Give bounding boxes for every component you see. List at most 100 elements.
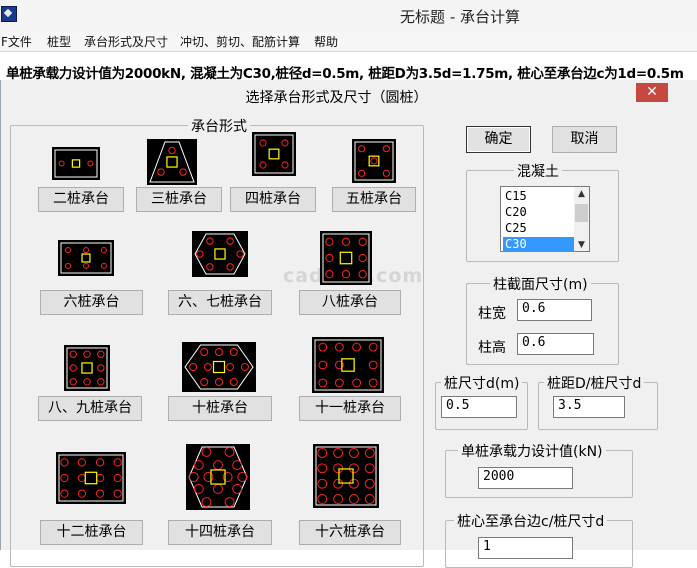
cap-6-pile-thumb[interactable] xyxy=(58,240,114,276)
column-square xyxy=(214,248,226,260)
cap-11-pile-thumb[interactable] xyxy=(312,337,384,393)
pile-circle xyxy=(368,342,378,352)
pile-circle xyxy=(226,237,234,245)
pile-circle xyxy=(333,494,344,505)
menu-calc[interactable]: 冲切、剪切、配筋计算 xyxy=(180,33,300,50)
pile-circle xyxy=(364,463,375,474)
pile-circle xyxy=(232,483,243,494)
pile-circle xyxy=(259,139,267,147)
pile-circle xyxy=(113,473,122,483)
column-width-input[interactable]: 0.6 xyxy=(517,299,592,321)
concrete-scroll-thumb[interactable] xyxy=(575,204,588,222)
pile-spacing-label: 桩距D/桩尺寸d xyxy=(544,373,645,393)
cap-8-pile-thumb[interactable] xyxy=(320,231,372,285)
ok-button[interactable]: 确定 xyxy=(466,126,531,153)
pile-circle xyxy=(201,446,212,457)
pile-circle xyxy=(60,489,69,498)
pile-circle xyxy=(358,270,367,279)
cap-2-pile-button[interactable]: 二桩承台 xyxy=(38,187,124,212)
cap-outline xyxy=(322,233,370,283)
pile-size-input[interactable]: 0.5 xyxy=(441,396,517,418)
pile-circle xyxy=(95,458,105,467)
cap-8-9-pile-button[interactable]: 八、九桩承台 xyxy=(38,396,142,421)
cap-6-7-pile-button[interactable]: 六、七桩承台 xyxy=(168,290,272,315)
pile-circle xyxy=(77,473,87,483)
column-height-input[interactable]: 0.6 xyxy=(517,333,594,355)
capacity-input[interactable]: 2000 xyxy=(478,467,573,489)
summary-line: 单桩承载力设计值为2000kN, 混凝土为C30,桩径d=0.5m, 桩距D为3… xyxy=(6,66,684,82)
cap-10-pile-button[interactable]: 十桩承台 xyxy=(168,396,272,421)
cap-outline xyxy=(66,347,108,389)
cap-4-pile-thumb[interactable] xyxy=(252,132,296,176)
cap-12-pile-button[interactable]: 十二桩承台 xyxy=(40,520,143,545)
pile-circle xyxy=(69,378,77,386)
pile-circle xyxy=(317,494,328,505)
cap-14-pile-button[interactable]: 十四桩承台 xyxy=(168,520,272,545)
pile-circle xyxy=(113,458,122,467)
cap-11-pile-button[interactable]: 十一桩承台 xyxy=(299,396,401,421)
menu-file[interactable]: F文件 xyxy=(1,33,32,50)
column-square xyxy=(71,159,81,168)
cap-outline xyxy=(184,344,254,390)
pile-circle xyxy=(281,161,289,169)
column-width-label: 柱宽 xyxy=(478,306,506,322)
pile-circle xyxy=(65,247,72,254)
pile-spacing-input[interactable]: 3.5 xyxy=(553,396,625,418)
scroll-down-icon[interactable]: ▼ xyxy=(578,240,585,250)
cap-outline xyxy=(194,233,246,275)
cap-16-pile-thumb[interactable] xyxy=(313,444,379,508)
pile-circle xyxy=(364,447,375,458)
cap-14-pile-thumb[interactable] xyxy=(186,444,250,510)
concrete-option-selected[interactable]: C30 xyxy=(503,237,577,252)
scroll-up-icon[interactable]: ▲ xyxy=(578,189,585,199)
cap-16-pile-button[interactable]: 十六桩承台 xyxy=(299,520,401,545)
cap-10-pile-thumb-drawing xyxy=(184,344,254,390)
column-square xyxy=(81,253,91,263)
menu-help[interactable]: 帮助 xyxy=(314,33,338,50)
cap-12-pile-thumb[interactable] xyxy=(56,452,126,504)
cap-3-pile-button[interactable]: 三桩承台 xyxy=(136,187,222,212)
pile-circle xyxy=(200,378,209,386)
pile-circle xyxy=(368,378,378,388)
cap-5-pile-button[interactable]: 五桩承台 xyxy=(332,187,416,212)
cap-3-pile-thumb[interactable] xyxy=(147,139,197,185)
pile-circle xyxy=(179,168,187,176)
cap-8-9-pile-thumb[interactable] xyxy=(64,345,110,391)
cap-4-pile-button[interactable]: 四桩承台 xyxy=(230,187,316,212)
cap-2-pile-thumb[interactable] xyxy=(52,147,100,180)
pile-circle xyxy=(83,378,91,386)
pile-circle xyxy=(69,350,77,358)
pile-circle xyxy=(196,250,204,258)
edge-distance-input[interactable]: 1 xyxy=(478,537,573,559)
cancel-button[interactable]: 取消 xyxy=(552,126,617,153)
pile-circle xyxy=(348,447,359,458)
concrete-option[interactable]: C20 xyxy=(503,205,577,220)
cap-5-pile-thumb[interactable] xyxy=(352,139,396,183)
app-icon[interactable] xyxy=(1,6,17,22)
pile-circle xyxy=(318,360,328,370)
pile-circle xyxy=(352,342,362,352)
pile-circle xyxy=(82,262,90,269)
pile-circle xyxy=(229,348,238,356)
menu-pile-type[interactable]: 桩型 xyxy=(47,33,71,50)
menu-cap-form[interactable]: 承台形式及尺寸 xyxy=(84,33,168,50)
pile-circle xyxy=(213,460,223,471)
pile-circle xyxy=(203,363,212,371)
close-button[interactable]: ✕ xyxy=(636,83,668,102)
pile-circle xyxy=(113,489,122,498)
pile-circle xyxy=(334,342,344,352)
app-title: 无标题 - 承台计算 xyxy=(400,8,520,26)
cap-10-pile-thumb[interactable] xyxy=(182,342,256,392)
cap-6-7-pile-thumb[interactable] xyxy=(192,231,248,277)
pile-circle xyxy=(97,350,105,358)
pile-circle xyxy=(226,263,234,271)
pile-circle xyxy=(189,363,198,371)
concrete-option[interactable]: C25 xyxy=(503,221,577,236)
cap-8-pile-button[interactable]: 八桩承台 xyxy=(299,290,401,315)
pile-circle xyxy=(358,169,366,177)
concrete-option[interactable]: C15 xyxy=(503,189,577,204)
cap-6-7-pile-thumb-drawing xyxy=(194,233,246,275)
cap-6-pile-button[interactable]: 六桩承台 xyxy=(40,290,143,315)
pile-circle xyxy=(95,473,105,483)
pile-circle xyxy=(157,168,165,176)
